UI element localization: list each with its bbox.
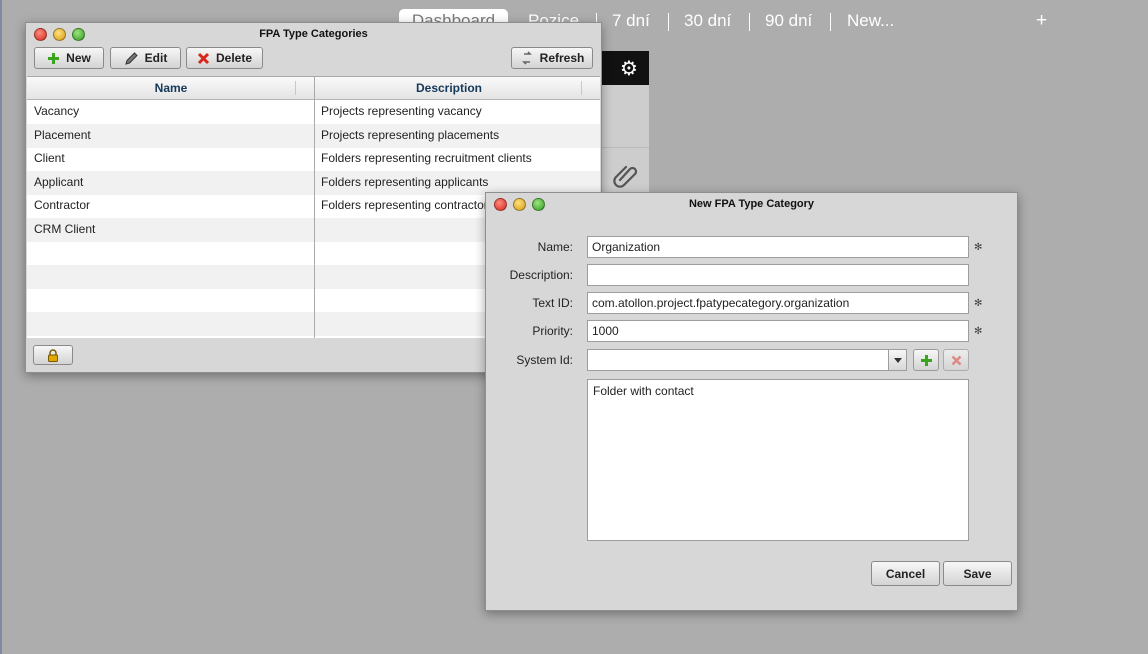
add-tab-button[interactable]: + — [1036, 10, 1047, 32]
delete-x-icon — [951, 355, 961, 365]
tab-separator — [830, 13, 831, 31]
priority-field[interactable]: 1000 — [587, 320, 969, 342]
cell-description: Projects representing placements — [321, 128, 500, 142]
cell-name: Contractor — [34, 198, 91, 212]
description-label: Description: — [509, 268, 573, 282]
window-controls — [34, 27, 91, 49]
window-titlebar: FPA Type Categories — [26, 23, 601, 45]
cell-name: Placement — [34, 128, 91, 142]
cell-name: Applicant — [34, 175, 84, 189]
text-id-label: Text ID: — [532, 296, 573, 310]
column-divider — [314, 77, 315, 338]
zoom-window-button[interactable] — [72, 28, 85, 41]
tab-30-days[interactable]: 30 dní — [684, 9, 731, 33]
zoom-window-button[interactable] — [532, 198, 545, 211]
edit-button-label: Edit — [144, 51, 168, 65]
add-system-id-button[interactable] — [913, 349, 939, 371]
column-resize-handle[interactable] — [581, 81, 582, 95]
lock-icon — [48, 348, 58, 362]
required-mark: ✻ — [974, 298, 983, 309]
cancel-button-label: Cancel — [885, 566, 926, 581]
refresh-button[interactable]: Refresh — [511, 47, 593, 69]
cell-description: Folders representing applicants — [321, 175, 489, 189]
delete-button-label: Delete — [215, 51, 253, 65]
system-id-select[interactable] — [587, 349, 907, 371]
cancel-button[interactable]: Cancel — [871, 561, 940, 586]
required-mark: ✻ — [974, 242, 983, 253]
refresh-icon — [521, 51, 532, 65]
divider — [600, 147, 649, 148]
window-title: FPA Type Categories — [259, 28, 368, 40]
desktop-edge — [0, 0, 2, 654]
new-button[interactable]: New — [34, 47, 104, 69]
window-titlebar: New FPA Type Category — [486, 193, 1017, 215]
cell-description: Folders representing recruitment clients — [321, 151, 532, 165]
dropdown-arrow-icon[interactable] — [888, 350, 906, 370]
priority-label: Priority: — [532, 324, 573, 338]
cell-description: Projects representing vacancy — [321, 104, 482, 118]
save-button-label: Save — [963, 566, 992, 581]
remove-system-id-button[interactable] — [943, 349, 969, 371]
window-title: New FPA Type Category — [688, 198, 815, 210]
name-field[interactable]: Organization — [587, 236, 969, 258]
cell-name: Client — [34, 151, 65, 165]
required-mark: ✻ — [974, 326, 983, 337]
delete-button[interactable]: Delete — [186, 47, 263, 69]
edit-button[interactable]: Edit — [110, 47, 181, 69]
close-window-button[interactable] — [494, 198, 507, 211]
tab-7-days[interactable]: 7 dní — [612, 9, 650, 33]
new-fpa-type-category-window: New FPA Type Category Name: Description:… — [485, 192, 1018, 611]
plus-icon — [48, 52, 60, 64]
text-id-field[interactable]: com.atollon.project.fpatypecategory.orga… — [587, 292, 969, 314]
gear-icon[interactable]: ⚙ — [620, 56, 638, 81]
name-label: Name: — [537, 240, 573, 254]
new-button-label: New — [66, 51, 91, 65]
save-button[interactable]: Save — [943, 561, 1012, 586]
lock-button[interactable] — [33, 345, 73, 365]
pencil-icon — [124, 51, 138, 65]
paperclip-icon[interactable] — [612, 162, 638, 188]
window-controls — [494, 197, 551, 219]
tab-separator — [749, 13, 750, 31]
tab-new[interactable]: New... — [847, 9, 894, 33]
notes-textarea[interactable]: Folder with contact — [587, 379, 969, 541]
column-resize-handle[interactable] — [295, 81, 296, 95]
column-header-description[interactable]: Description — [315, 77, 583, 99]
cell-name: CRM Client — [34, 222, 96, 236]
tab-90-days[interactable]: 90 dní — [765, 9, 812, 33]
description-field[interactable] — [587, 264, 969, 286]
minimize-window-button[interactable] — [513, 198, 526, 211]
minimize-window-button[interactable] — [53, 28, 66, 41]
tab-separator — [668, 13, 669, 31]
delete-x-icon — [197, 52, 210, 64]
plus-icon — [920, 354, 932, 366]
system-id-label: System Id: — [516, 353, 573, 367]
column-header-name[interactable]: Name — [27, 77, 315, 99]
cell-name: Vacancy — [34, 104, 80, 118]
close-window-button[interactable] — [34, 28, 47, 41]
refresh-button-label: Refresh — [539, 51, 585, 65]
